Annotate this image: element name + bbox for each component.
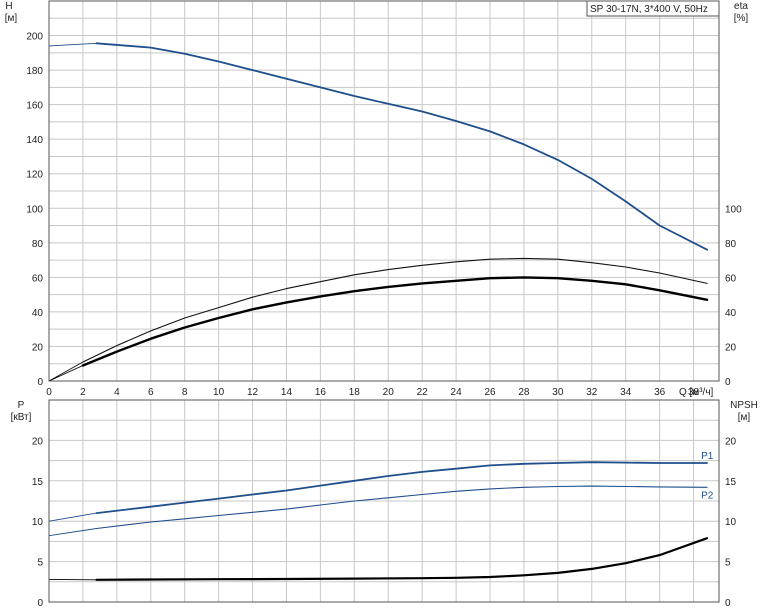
x-tick-label: 16 [315,387,327,398]
chart-title: SP 30-17N, 3*400 V, 50Hz [590,4,708,15]
head-left-tick-label: 100 [26,204,43,215]
power-right-tick-label: 20 [725,436,737,447]
eta-axis-title-line1: eta [734,1,748,12]
head-left-tick-label: 160 [26,101,43,112]
power-left-tick-label: 0 [37,598,43,609]
head-right-tick-label: 40 [725,308,737,319]
x-tick-label: 10 [213,387,225,398]
x-tick-label: 0 [46,387,52,398]
flow-axis-title: Q [м³/ч] [679,387,714,398]
head-left-tick-label: 180 [26,66,43,77]
head-left-tick-label: 0 [37,377,43,388]
x-tick-label: 32 [586,387,598,398]
pump-curve-svg: 0 2 4 6 8 10 12 14 16 18 20 22 24 26 28 30 32 34 36 3802040… [5,0,758,609]
power-curve-1 [95,485,708,530]
head-right-tick-label: 80 [725,239,737,250]
curve-label-p1: P1 [701,451,714,462]
head-left-tick-label: 20 [32,342,44,353]
curve-label-p2: P2 [701,490,714,501]
power-curve-1-extension [48,528,97,537]
power-axis-title-line1: P [18,400,25,411]
head-right-tick-label: 20 [725,342,737,353]
head-left-tick-label: 80 [32,239,44,250]
head-left-tick-label: 40 [32,308,44,319]
x-tick-label: 30 [552,387,564,398]
x-tick-label: 20 [383,387,395,398]
x-tick-label: 24 [451,387,463,398]
power-left-tick-label: 20 [32,436,44,447]
x-tick-label: 22 [417,387,429,398]
power-curve-0 [95,461,708,514]
power-right-tick-label: 0 [725,598,731,609]
x-tick-label: 26 [484,387,496,398]
x-tick-label: 8 [182,387,188,398]
head-curve-0-extension [48,42,97,47]
power-right-tick-label: 5 [725,558,731,569]
head-right-tick-label: 0 [725,377,731,388]
x-tick-label: 28 [518,387,530,398]
power-right-tick-label: 10 [725,517,737,528]
head-curve-0 [95,42,708,251]
x-tick-label: 36 [654,387,666,398]
head-left-tick-label: 140 [26,135,43,146]
npsh-axis-title-line2: [м] [738,412,751,423]
npsh-axis-title-line1: NPSH [730,400,758,411]
x-tick-label: 4 [114,387,120,398]
head-axis-title-line1: H [5,1,12,12]
power-right-tick-label: 15 [725,477,737,488]
head-axis-title-line2: [м] [5,13,18,24]
x-tick-label: 12 [247,387,259,398]
eta-axis-title-line2: [%] [734,13,749,24]
power-curves: P1 P2 [48,451,714,581]
power-grid [49,400,719,602]
power-left-tick-label: 10 [32,517,44,528]
power-left-tick-label: 15 [32,477,44,488]
head-grid [49,1,719,381]
x-tick-label: 18 [349,387,361,398]
head-curves [48,42,709,382]
head-curve-2-extension [48,365,84,382]
power-left-tick-label: 5 [37,558,43,569]
power-npsh-panel: P1 P2 0 5 10 15 20 0 5 10 15 20 P [кВт] NPSH [м] [11,399,758,609]
head-left-tick-label: 60 [32,273,44,284]
x-tick-label: 2 [80,387,86,398]
x-tick-label: 34 [620,387,632,398]
head-left-tick-label: 200 [26,32,43,43]
x-tick-label: 14 [281,387,293,398]
x-tick-label: 6 [148,387,154,398]
head-right-tick-label: 100 [725,204,742,215]
power-axis-title-line2: [кВт] [11,412,32,423]
head-efficiency-panel: 0 2 4 6 8 10 12 14 16 18 20 22 24 26 28 30 32 34 36 3802040… [5,0,749,398]
power-curve-2 [95,537,709,581]
power-curve-0-extension [48,512,97,522]
head-left-tick-label: 120 [26,170,43,181]
head-right-tick-label: 60 [725,273,737,284]
pump-curve-chart: 0 2 4 6 8 10 12 14 16 18 20 22 24 26 28 30 32 34 36 38 0 20 40… [0,0,774,611]
head-curve-1-extension [48,361,84,382]
head-ticks: 0 2 4 6 8 10 12 14 16 18 20 22 24 26 28 30 32 34 36 3802040… [26,32,742,398]
